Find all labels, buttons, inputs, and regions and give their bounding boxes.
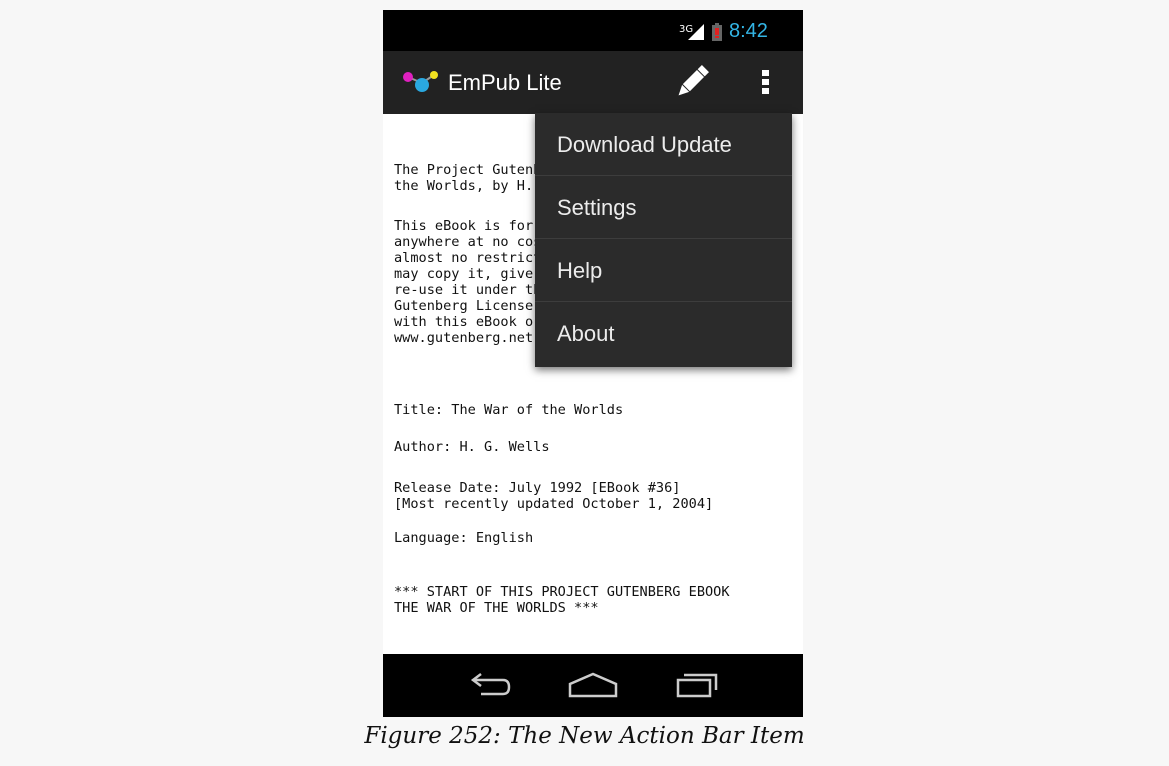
signal-icon — [688, 24, 704, 40]
battery-icon — [712, 23, 722, 41]
app-title: EmPub Lite — [448, 70, 562, 95]
overflow-menu: Download Update Settings Help About — [535, 113, 792, 367]
pencil-icon — [678, 65, 709, 96]
empub-logo-icon[interactable] — [400, 67, 440, 99]
overflow-menu-button[interactable] — [749, 59, 783, 105]
figure-caption: Figure 252: The New Action Bar Item — [364, 723, 805, 749]
overflow-menu-icon — [762, 70, 769, 94]
status-bar: 3G 8:42 — [383, 10, 803, 51]
home-icon[interactable] — [567, 670, 619, 700]
navigation-bar — [383, 654, 803, 717]
recents-icon[interactable] — [675, 670, 721, 700]
menu-item-settings[interactable]: Settings — [535, 176, 792, 239]
book-release-line: Release Date: July 1992 [EBook #36] [Mos… — [394, 480, 714, 512]
menu-item-help[interactable]: Help — [535, 239, 792, 302]
edit-button[interactable] — [669, 59, 715, 105]
action-bar: EmPub Lite — [383, 51, 803, 114]
book-author-line: Author: H. G. Wells — [394, 439, 550, 455]
clock: 8:42 — [729, 20, 768, 42]
book-start-line: *** START OF THIS PROJECT GUTENBERG EBOO… — [394, 584, 730, 616]
menu-item-about[interactable]: About — [535, 302, 792, 365]
book-title-line: Title: The War of the Worlds — [394, 402, 624, 418]
book-language-line: Language: English — [394, 530, 534, 546]
back-icon[interactable] — [465, 670, 513, 700]
menu-item-download-update[interactable]: Download Update — [535, 113, 792, 176]
